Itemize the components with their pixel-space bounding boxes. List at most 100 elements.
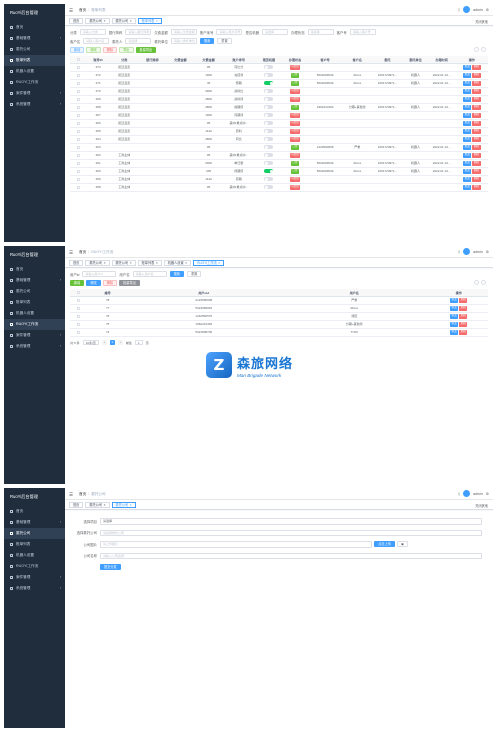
close-others-button[interactable]: 关闭其他 — [475, 503, 488, 508]
sidebar-item[interactable]: 案件管理 › — [4, 88, 65, 99]
row-checkbox[interactable] — [70, 143, 87, 152]
row-delete-button[interactable]: 删除 — [472, 105, 481, 110]
robot-toggle[interactable] — [264, 73, 274, 78]
checkbox-icon[interactable] — [76, 290, 80, 294]
row-delete-button[interactable]: 删除 — [472, 185, 481, 190]
row-edit-button[interactable]: 修改 — [463, 129, 472, 134]
row-edit-button[interactable]: 修改 — [463, 185, 472, 190]
row-edit-button[interactable]: 修改 — [450, 298, 459, 303]
row-edit-button[interactable]: 修改 — [463, 105, 472, 110]
search-input[interactable]: 请输入用户id — [82, 271, 117, 277]
row-checkbox[interactable] — [70, 127, 87, 136]
tag-item[interactable]: 首页 — [69, 259, 84, 266]
sidebar-item[interactable]: 系统管理 › — [4, 341, 65, 352]
sidebar-item[interactable]: 委托公司 — [4, 528, 65, 539]
select-all-checkbox[interactable] — [70, 56, 87, 64]
sidebar-item[interactable]: RUOYI工作流 — [4, 319, 65, 330]
close-icon[interactable]: × — [130, 261, 132, 265]
settings-gear-icon[interactable]: ⚙ — [486, 250, 489, 254]
prev-page-button[interactable]: ‹ — [101, 339, 107, 345]
row-delete-button[interactable]: 删除 — [459, 322, 468, 327]
row-checkbox[interactable] — [70, 135, 87, 144]
search-input[interactable]: 请选择 — [307, 29, 334, 35]
batch-export-button[interactable]: 批量导出 — [119, 280, 140, 286]
sidebar-item[interactable]: 首页 — [4, 506, 65, 517]
checkbox-icon[interactable] — [76, 322, 80, 326]
checkbox-icon[interactable] — [76, 105, 80, 109]
row-edit-button[interactable]: 修改 — [450, 330, 459, 335]
row-edit-button[interactable]: 修改 — [450, 314, 459, 319]
tag-item[interactable]: RUOYI工作流 × — [193, 259, 225, 266]
close-icon[interactable]: × — [104, 503, 106, 507]
search-input[interactable]: 请选择 — [125, 38, 152, 44]
search-button[interactable]: 搜索 — [169, 271, 184, 277]
sidebar-item[interactable]: 案件管理 › — [4, 572, 65, 583]
image-upload-input[interactable]: 请上传图片 — [100, 541, 373, 548]
row-checkbox[interactable] — [70, 183, 87, 192]
row-edit-button[interactable]: 修改 — [463, 161, 472, 166]
sidebar-item[interactable]: 机器人设置 — [4, 308, 65, 319]
row-checkbox[interactable] — [70, 304, 87, 313]
close-icon[interactable]: × — [104, 19, 106, 23]
row-checkbox[interactable] — [70, 71, 87, 80]
row-checkbox[interactable] — [70, 79, 87, 88]
checkbox-icon[interactable] — [76, 73, 80, 77]
row-checkbox[interactable] — [70, 312, 87, 321]
checkbox-icon[interactable] — [76, 177, 80, 181]
robot-toggle[interactable] — [264, 89, 274, 94]
checkbox-icon[interactable] — [76, 161, 80, 165]
row-checkbox[interactable] — [70, 63, 87, 72]
checkbox-icon[interactable] — [76, 81, 80, 85]
close-icon[interactable]: × — [156, 19, 158, 23]
row-delete-button[interactable]: 删除 — [472, 161, 481, 166]
row-delete-button[interactable]: 删除 — [459, 330, 468, 335]
robot-toggle[interactable] — [264, 145, 274, 150]
row-checkbox[interactable] — [70, 159, 87, 168]
robot-toggle[interactable] — [264, 81, 274, 86]
row-edit-button[interactable]: 修改 — [463, 97, 472, 102]
row-delete-button[interactable]: 删除 — [472, 153, 481, 158]
delete-button[interactable]: 删除 — [102, 280, 118, 286]
row-edit-button[interactable]: 修改 — [463, 121, 472, 126]
project-select[interactable]: 请选择 — [100, 518, 482, 525]
checkbox-icon[interactable] — [76, 330, 80, 334]
avatar[interactable] — [462, 6, 470, 13]
robot-toggle[interactable] — [264, 177, 274, 182]
sidebar-item[interactable]: 基础管理 › — [4, 275, 65, 286]
tag-item[interactable]: 委托公司 × — [111, 17, 136, 24]
robot-toggle[interactable] — [264, 113, 274, 118]
robot-toggle[interactable] — [264, 97, 274, 102]
row-checkbox[interactable] — [70, 119, 87, 128]
checkbox-icon[interactable] — [76, 97, 80, 101]
close-icon[interactable]: × — [218, 261, 220, 265]
tag-item[interactable]: 委托公司 × — [85, 17, 110, 24]
row-edit-button[interactable]: 修改 — [463, 137, 472, 142]
close-icon[interactable]: × — [130, 19, 132, 23]
tag-item[interactable]: 委托公司 × — [85, 259, 110, 266]
sidebar-item[interactable]: 委托公司 — [4, 286, 65, 297]
sidebar-item[interactable]: 委托公司 — [4, 44, 65, 55]
refresh-icon[interactable] — [481, 47, 486, 52]
next-page-button[interactable]: › — [117, 339, 123, 345]
hamburger-icon[interactable]: ☰ — [69, 492, 73, 498]
sidebar-item[interactable]: 账单列表 — [4, 55, 65, 66]
search-input[interactable]: 请输入客户名 — [83, 38, 110, 44]
close-icon[interactable]: × — [130, 503, 132, 507]
breadcrumb-home[interactable]: 首页 — [79, 250, 86, 254]
row-checkbox[interactable] — [70, 111, 87, 120]
row-checkbox[interactable] — [70, 95, 87, 104]
search-input[interactable]: 请输入银行简称 — [125, 29, 152, 35]
username[interactable]: admin — [473, 8, 483, 12]
search-toggle-icon[interactable] — [474, 280, 479, 285]
tag-item[interactable]: 机器人设置 × — [163, 259, 192, 266]
search-input[interactable]: 请输入分类 — [79, 29, 106, 35]
batch-export-button[interactable]: 批量导出 — [135, 47, 157, 53]
row-edit-button[interactable]: 修改 — [463, 177, 472, 182]
tag-item[interactable]: 委托公司 × — [85, 501, 110, 508]
sidebar-item[interactable]: 账单列表 — [4, 539, 65, 550]
robot-toggle[interactable] — [264, 169, 274, 174]
avatar[interactable] — [462, 490, 470, 497]
row-delete-button[interactable]: 删除 — [472, 97, 481, 102]
checkbox-icon[interactable] — [76, 145, 80, 149]
reset-button[interactable]: 重置 — [186, 271, 202, 277]
